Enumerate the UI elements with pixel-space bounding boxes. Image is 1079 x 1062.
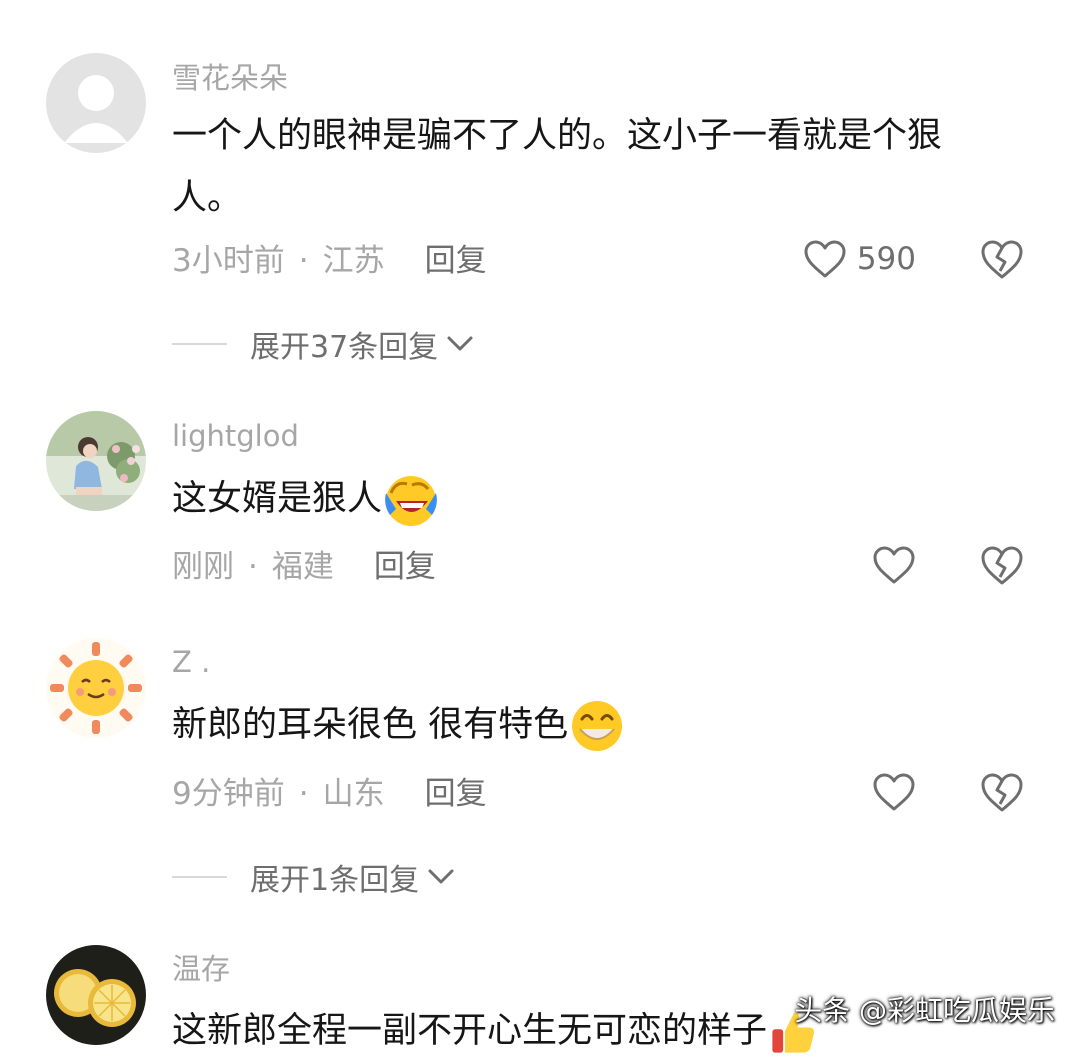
comment-text: 一个人的眼神是骗不了人的。这小子一看就是个狠人。 xyxy=(172,116,943,218)
reply-button[interactable]: 回复 xyxy=(425,776,487,812)
broken-heart-icon xyxy=(981,240,1023,279)
comment-text-content: 这新郎全程一副不开心生无可恋的样子 xyxy=(172,1011,768,1051)
expand-replies[interactable]: 展开37条回复 xyxy=(172,322,474,366)
comment-text: 这女婿是狠人 xyxy=(172,468,1002,530)
username[interactable]: Z . xyxy=(172,644,210,680)
like-count: 590 xyxy=(856,241,916,277)
reply-button[interactable]: 回复 xyxy=(374,549,436,585)
meta-dot: · xyxy=(248,549,258,585)
comment-meta: 刚刚 · 福建 回复 xyxy=(172,547,436,587)
comment-location: 江苏 xyxy=(322,243,385,279)
avatar[interactable] xyxy=(46,411,146,511)
avatar[interactable] xyxy=(46,945,146,1045)
heart-icon xyxy=(873,546,915,584)
heart-icon xyxy=(804,240,846,278)
dislike-button[interactable] xyxy=(979,544,1025,586)
grin-emoji xyxy=(572,701,623,751)
comment-text-content: 这女婿是狠人 xyxy=(172,479,383,519)
comment-time: 刚刚 xyxy=(172,549,234,585)
girl-flowers-avatar xyxy=(46,411,146,511)
expand-replies-label: 展开1条回复 xyxy=(250,863,420,898)
dislike-button[interactable] xyxy=(979,238,1025,280)
reply-button[interactable]: 回复 xyxy=(425,243,487,279)
comment-meta: 3小时前 · 江苏 回复 xyxy=(172,241,487,281)
comment-time: 9分钟前 xyxy=(172,776,285,812)
like-button[interactable]: 590 xyxy=(803,239,916,279)
username[interactable]: lightglod xyxy=(172,418,299,454)
broken-heart-icon xyxy=(981,546,1023,585)
username[interactable]: 温存 xyxy=(172,951,230,987)
default-avatar-icon xyxy=(46,53,146,153)
like-button[interactable] xyxy=(872,545,916,585)
broken-heart-icon xyxy=(981,773,1023,812)
expand-divider xyxy=(172,876,227,878)
avatar[interactable] xyxy=(46,53,146,153)
comment-text: 新郎的耳朵很色 很有特色 xyxy=(172,694,1002,756)
like-button[interactable] xyxy=(872,772,916,812)
watermark: 头条 @彩虹吃瓜娱乐 xyxy=(794,994,1055,1027)
comment-time: 3小时前 xyxy=(172,243,285,279)
lemon-avatar xyxy=(46,945,146,1045)
avatar[interactable] xyxy=(46,638,146,738)
expand-replies-label: 展开37条回复 xyxy=(250,330,439,365)
heart-icon xyxy=(873,773,915,811)
comment-location: 福建 xyxy=(271,549,334,585)
expand-replies[interactable]: 展开1条回复 xyxy=(172,855,455,899)
dislike-button[interactable] xyxy=(979,771,1025,813)
comment-meta: 9分钟前 · 山东 回复 xyxy=(172,774,487,814)
meta-dot: · xyxy=(298,243,309,279)
comment-text-content: 新郎的耳朵很色 很有特色 xyxy=(172,705,569,745)
meta-dot: · xyxy=(298,776,309,812)
sun-avatar xyxy=(46,638,146,738)
chevron-down-icon xyxy=(447,336,473,351)
chevron-down-icon xyxy=(428,869,454,884)
comment-location: 山东 xyxy=(322,776,385,812)
expand-divider xyxy=(172,343,227,345)
laugh-cry-emoji xyxy=(385,476,437,526)
username[interactable]: 雪花朵朵 xyxy=(172,60,288,96)
